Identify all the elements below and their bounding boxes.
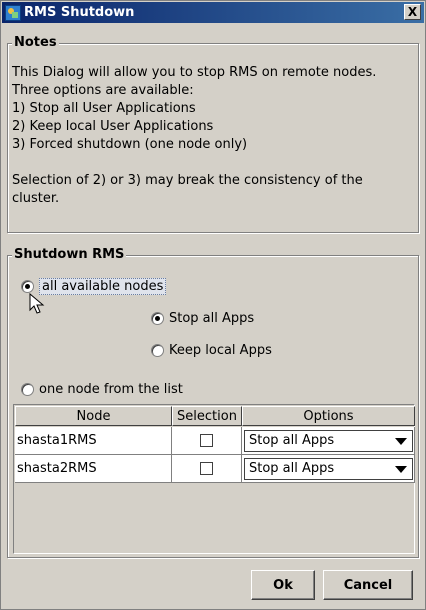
stop-all-apps-radio[interactable]: Stop all Apps bbox=[151, 311, 254, 326]
notes-line: Selection of 2) or 3) may break the cons… bbox=[12, 173, 363, 188]
selection-cell[interactable] bbox=[172, 427, 242, 455]
options-dropdown-value: Stop all Apps bbox=[249, 433, 335, 448]
options-cell[interactable]: Stop all Apps bbox=[242, 455, 415, 483]
window-title: RMS Shutdown bbox=[24, 5, 135, 20]
notes-line: Three options are available: bbox=[12, 83, 194, 98]
table-row[interactable]: shasta2RMS Stop all Apps bbox=[15, 455, 415, 483]
options-dropdown[interactable]: Stop all Apps bbox=[244, 457, 413, 480]
notes-line: 2) Keep local User Applications bbox=[12, 119, 214, 134]
title-bar[interactable]: RMS Shutdown X bbox=[2, 2, 424, 23]
all-nodes-label: all available nodes bbox=[39, 278, 167, 295]
close-icon: X bbox=[407, 5, 418, 19]
node-cell[interactable]: shasta2RMS bbox=[15, 455, 172, 483]
rms-shutdown-dialog: RMS Shutdown X Notes This Dialog will al… bbox=[0, 0, 426, 610]
node-selection-checkbox[interactable] bbox=[200, 434, 213, 447]
options-dropdown-value: Stop all Apps bbox=[249, 461, 335, 476]
all-nodes-radio-button[interactable] bbox=[21, 280, 34, 293]
selection-cell[interactable] bbox=[172, 455, 242, 483]
node-cell[interactable]: shasta1RMS bbox=[15, 427, 172, 455]
chevron-down-icon[interactable] bbox=[395, 437, 407, 445]
table-row[interactable]: shasta1RMS Stop all Apps bbox=[15, 427, 415, 455]
notes-line: cluster. bbox=[12, 191, 60, 206]
app-icon bbox=[5, 4, 21, 21]
mouse-pointer-icon bbox=[29, 293, 45, 314]
shutdown-rms-title: Shutdown RMS bbox=[12, 247, 127, 262]
cancel-button[interactable]: Cancel bbox=[323, 570, 413, 600]
options-cell[interactable]: Stop all Apps bbox=[242, 427, 415, 455]
stop-all-apps-label: Stop all Apps bbox=[169, 311, 255, 326]
keep-local-apps-radio[interactable]: Keep local Apps bbox=[151, 343, 272, 358]
ok-button[interactable]: Ok bbox=[251, 570, 315, 600]
table-header: Node Selection Options bbox=[15, 406, 415, 426]
stop-all-apps-radio-button[interactable] bbox=[151, 312, 164, 325]
notes-group: Notes This Dialog will allow you to stop… bbox=[7, 35, 419, 233]
notes-line: This Dialog will allow you to stop RMS o… bbox=[12, 65, 377, 80]
notes-line bbox=[12, 154, 414, 172]
notes-text: This Dialog will allow you to stop RMS o… bbox=[12, 64, 414, 208]
chevron-down-icon[interactable] bbox=[395, 465, 407, 473]
close-button[interactable]: X bbox=[404, 4, 421, 20]
notes-line: 3) Forced shutdown (one node only) bbox=[12, 137, 248, 152]
column-header-selection[interactable]: Selection bbox=[172, 406, 242, 426]
keep-local-apps-label: Keep local Apps bbox=[169, 343, 272, 358]
notes-title: Notes bbox=[12, 35, 59, 50]
column-header-options[interactable]: Options bbox=[242, 406, 415, 426]
one-node-radio-button[interactable] bbox=[21, 383, 34, 396]
one-node-radio[interactable]: one node from the list bbox=[21, 382, 183, 397]
keep-local-apps-radio-button[interactable] bbox=[151, 344, 164, 357]
node-table: Node Selection Options shasta1RMS Stop a… bbox=[13, 404, 415, 554]
node-selection-checkbox[interactable] bbox=[200, 462, 213, 475]
one-node-label: one node from the list bbox=[39, 382, 183, 397]
column-header-node[interactable]: Node bbox=[15, 406, 172, 426]
notes-line: 1) Stop all User Applications bbox=[12, 101, 196, 116]
options-dropdown[interactable]: Stop all Apps bbox=[244, 429, 413, 452]
